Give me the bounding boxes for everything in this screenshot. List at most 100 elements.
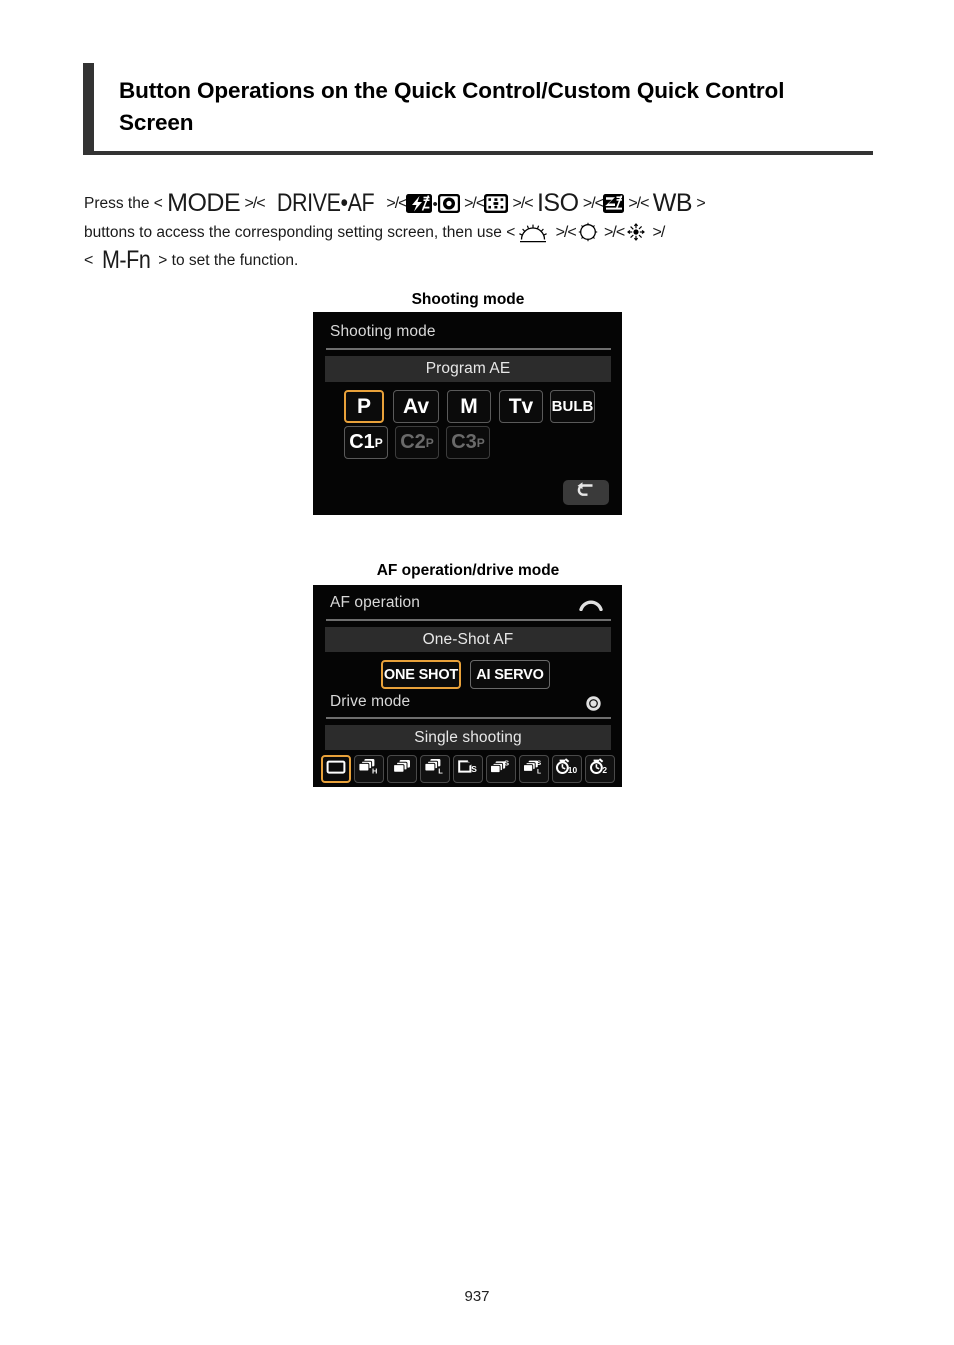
mode-button-c2-label: C2 [400,431,426,453]
af-operation-value[interactable]: One-Shot AF [325,627,611,652]
af-point-selection-icon [484,194,509,213]
drive-button-self-timer-10s[interactable]: 10 [552,755,582,783]
separator-trailing: >/ [652,224,665,241]
multi-controller-icon [626,222,646,242]
instruction-paragraph: Press the < MODE >/< DRIVE•AF >/< • >/< [84,190,864,275]
header-divider [83,150,873,155]
high-speed-continuous-icon: H [358,758,380,780]
mode-button-m-label: M [460,394,478,418]
drive-button-low-speed-silent-continuous[interactable]: S L [519,755,549,783]
separator: >/< [386,195,407,212]
af-button-ai-servo-label: AI SERVO [476,666,544,683]
main-dial-icon [517,223,549,243]
wb-button-glyph: WB [652,189,693,217]
separator: >/< [604,224,625,241]
drive-button-low-speed-continuous[interactable]: L [420,755,450,783]
return-button[interactable] [563,480,609,505]
angle-close: > [696,195,706,212]
self-timer-2s-icon: 2 [589,758,612,780]
af-button-ai-servo[interactable]: AI SERVO [470,660,550,689]
mode-button-c2-sub: P [425,435,434,450]
separator: >/< [582,195,604,212]
mode-button-av[interactable]: Av [393,390,439,423]
page-title: Button Operations on the Quick Control/C… [119,78,785,135]
low-speed-continuous-icon: L [424,758,446,780]
single-shooting-icon [326,759,346,780]
af-drive-mode-screen: AF operation One-Shot AF ONE SHOT AI SER… [313,585,622,787]
svg-text:L: L [438,766,443,775]
page-header: Button Operations on the Quick Control/C… [83,63,873,155]
mode-button-c3-sub: P [476,435,485,450]
divider [326,348,611,350]
divider [326,619,611,621]
drive-button-continuous-shooting[interactable] [387,755,417,783]
shooting-mode-row-label: Shooting mode [330,323,436,340]
af-operation-row-label: AF operation [330,594,420,611]
svg-text:L: L [537,768,541,775]
mode-button-c3[interactable]: C3 P [446,426,490,459]
header-row: Button Operations on the Quick Control/C… [83,63,873,151]
mode-button-glyph: MODE [167,189,241,217]
mode-button-p[interactable]: P [344,390,384,423]
angle-open: < [84,252,94,269]
quick-control-dial-icon [578,222,598,242]
mode-button-c1[interactable]: C1 P [344,426,388,459]
separator: >/< [628,195,649,212]
continuous-shooting-icon [391,758,413,780]
mode-button-bulb[interactable]: BULB [550,390,595,423]
shooting-mode-value[interactable]: Program AE [325,356,611,382]
instruction-line3-text: > to set the function. [158,252,299,269]
separator: >/< [512,195,534,212]
instruction-line-3: < M-Fn > to set the function. [84,246,299,274]
drive-button-self-timer-2s[interactable]: 2 [585,755,615,783]
figure2-caption: AF operation/drive mode [376,562,560,579]
af-button-one-shot[interactable]: ONE SHOT [381,660,461,689]
mode-button-av-label: Av [402,394,430,418]
shooting-mode-screen: Shooting mode Program AE P Av M Tv BULB … [313,312,622,515]
separator: >/< [244,195,265,212]
main-dial-icon [578,597,604,616]
mode-button-c2[interactable]: C2 P [395,426,439,459]
mode-button-p-label: P [356,394,371,418]
drive-button-single-shooting[interactable] [321,755,351,783]
drive-mode-value[interactable]: Single shooting [325,725,611,750]
quick-control-dial-icon [585,695,602,717]
header-accent-bar [83,63,94,151]
single-silent-shooting-icon: S [457,758,479,780]
figure1-caption: Shooting mode [411,291,525,308]
drive-button-high-speed-silent-continuous[interactable]: S [486,755,516,783]
mode-button-tv[interactable]: Tv [499,390,543,423]
af-button-one-shot-label: ONE SHOT [383,666,459,683]
instruction-prefix: Press the < [84,195,163,212]
page-number: 937 [464,1288,490,1305]
mode-button-bulb-label: BULB [551,398,594,415]
flash-exposure-compensation-icon [406,194,433,213]
svg-text:S: S [471,763,477,773]
instruction-line-2: buttons to access the corresponding sett… [84,219,864,247]
svg-text:10: 10 [568,765,578,775]
separator: >/< [464,195,485,212]
instruction-line-1: Press the < MODE >/< DRIVE•AF >/< • >/< [84,189,706,217]
instruction-line2-text: buttons to access the corresponding sett… [84,224,516,241]
mode-button-c3-label: C3 [451,431,477,453]
mode-button-c1-label: C1 [349,431,375,453]
mode-button-tv-label: Tv [508,394,534,418]
mode-button-c1-sub: P [374,435,383,450]
low-speed-silent-continuous-icon: S L [523,758,545,780]
high-speed-silent-continuous-icon: S [490,758,512,780]
svg-text:S: S [504,759,509,768]
divider [326,717,611,719]
svg-text:H: H [372,766,377,775]
metering-mode-icon [437,194,460,213]
drive-mode-row-label: Drive mode [330,693,411,710]
return-icon [574,481,598,504]
drive-button-high-speed-continuous[interactable]: H [354,755,384,783]
exposure-compensation-icon [603,194,624,213]
separator: >/< [555,224,577,241]
svg-text:S: S [537,760,542,767]
drive-button-single-silent-shooting[interactable]: S [453,755,483,783]
iso-button-glyph: ISO [536,189,579,217]
mode-button-m[interactable]: M [447,390,491,423]
svg-text:2: 2 [602,765,607,775]
self-timer-10s-icon: 10 [555,758,579,780]
